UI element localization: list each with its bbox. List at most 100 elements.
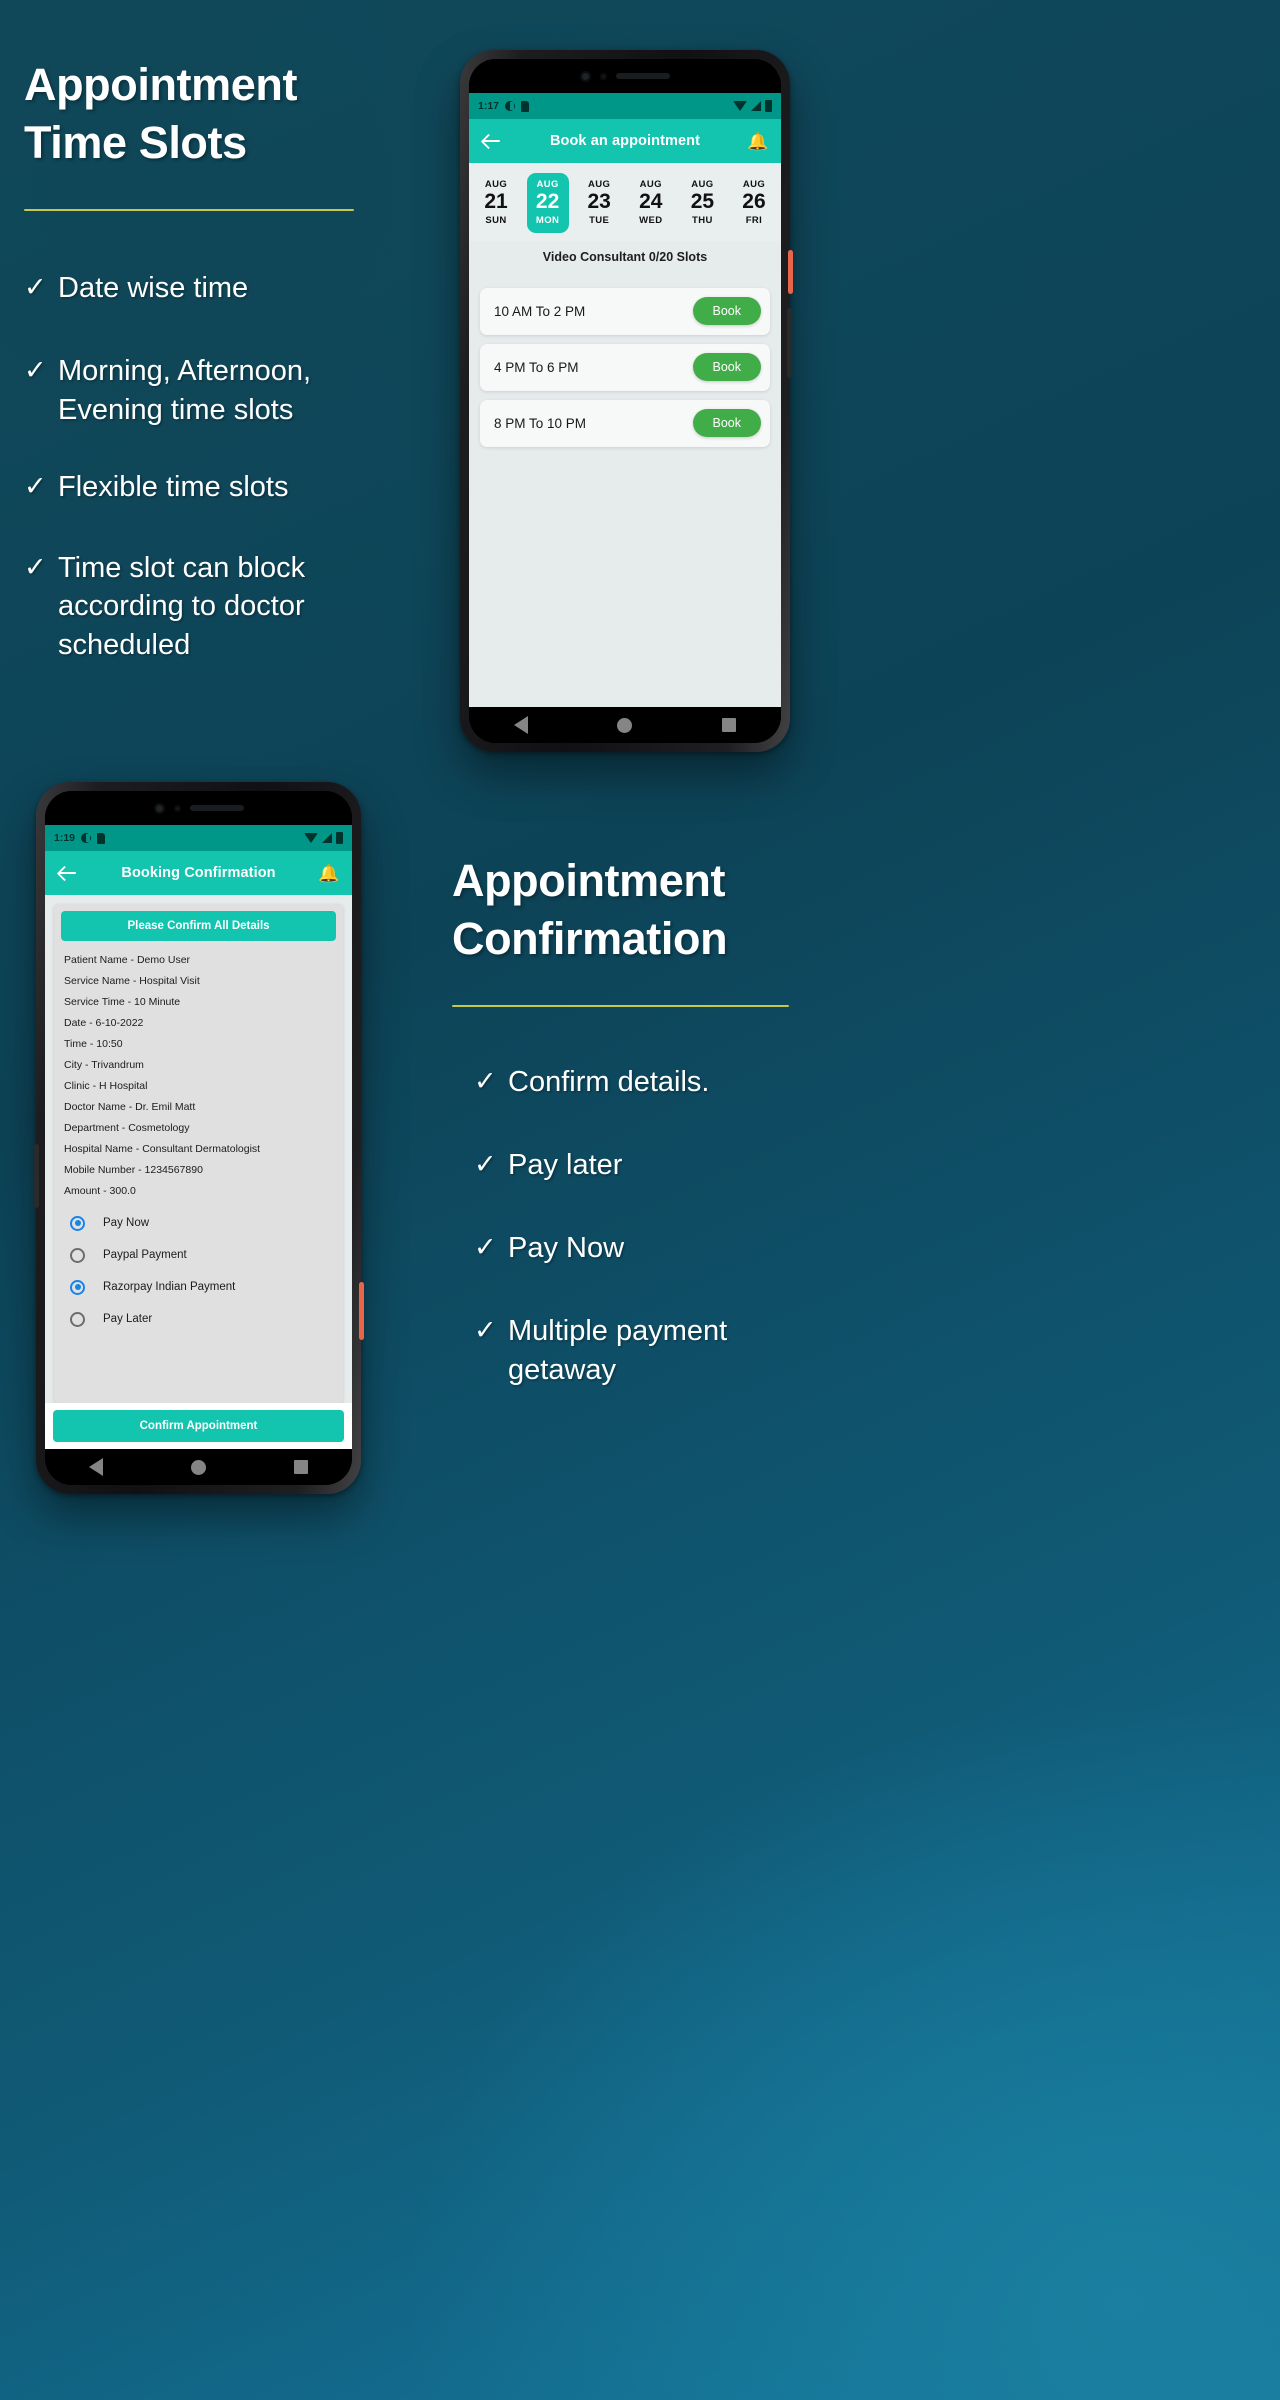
appointment-details-list: Patient Name - Demo User Service Name - … [54, 941, 343, 1203]
clock-icon [81, 833, 92, 843]
date-cell-24[interactable]: AUG 24 WED [630, 173, 672, 233]
detail-row: Doctor Name - Dr. Emil Matt [64, 1100, 196, 1113]
book-button[interactable]: Book [692, 409, 761, 438]
date-dow: MON [535, 214, 560, 226]
radio-icon[interactable] [70, 1215, 85, 1231]
date-dow: TUE [589, 214, 610, 226]
date-month: AUG [639, 179, 662, 190]
bell-icon[interactable]: 🔔 [747, 133, 768, 150]
wifi-icon [733, 101, 747, 111]
confirm-appointment-button[interactable]: Confirm Appointment [53, 1410, 344, 1442]
power-button[interactable] [359, 1282, 364, 1340]
payment-option-label: Pay Now [103, 1217, 150, 1229]
detail-row: Service Name - Hospital Visit [64, 974, 200, 987]
front-camera-icon [580, 70, 591, 82]
payment-options-group: Pay Now Paypal Payment Razorpay Indian P… [54, 1203, 343, 1335]
android-nav-bar [469, 707, 781, 743]
date-cell-23[interactable]: AUG 23 TUE [578, 173, 620, 233]
divider-bottom [452, 1005, 789, 1008]
date-dow: THU [692, 214, 713, 226]
time-slot-label: 4 PM To 6 PM [494, 359, 579, 375]
check-icon: ✓ [24, 551, 47, 582]
power-button[interactable] [788, 250, 793, 294]
date-day: 23 [587, 190, 611, 213]
date-cell-26[interactable]: AUG 26 FRI [733, 173, 775, 233]
date-cell-22-selected[interactable]: AUG 22 MON [526, 173, 569, 233]
time-slot-list: 10 AM To 2 PM Book 4 PM To 6 PM Book 8 P… [469, 264, 781, 707]
radio-icon[interactable] [70, 1247, 85, 1263]
nav-back-icon[interactable] [89, 1458, 103, 1476]
payment-option-label: Razorpay Indian Payment [103, 1281, 236, 1293]
back-arrow-icon[interactable] [482, 131, 502, 151]
radio-icon[interactable] [70, 1279, 85, 1295]
volume-button[interactable] [34, 1144, 39, 1208]
list-item-label: Pay later [508, 1149, 623, 1182]
phone-screen-booking: 1:17 Book an appointment 🔔 AUG 21 SUN AU… [469, 59, 781, 743]
bottom-text-block: Appointment Confirmation ✓ Confirm detai… [452, 852, 872, 1389]
list-item: ✓ Flexible time slots [24, 468, 424, 507]
detail-row: City - Trivandrum [64, 1058, 144, 1071]
list-item-label: Time slot can block according to doctor … [58, 551, 306, 662]
list-item: ✓ Time slot can block according to docto… [24, 549, 424, 666]
sim-icon [97, 832, 106, 844]
check-icon: ✓ [24, 470, 47, 501]
page-title-top: Appointment Time Slots [24, 59, 298, 168]
nav-recent-icon[interactable] [722, 718, 737, 732]
confirmation-card-header: Please Confirm All Details [61, 911, 336, 941]
detail-row: Department - Cosmetology [64, 1121, 190, 1134]
check-icon: ✓ [474, 1231, 497, 1262]
book-button[interactable]: Book [692, 353, 761, 382]
nav-recent-icon[interactable] [294, 1460, 308, 1474]
time-slot-label: 8 PM To 10 PM [494, 415, 587, 431]
battery-icon [336, 832, 343, 844]
date-strip[interactable]: AUG 21 SUN AUG 22 MON AUG 23 TUE AUG 24 … [469, 163, 781, 241]
app-bar-confirmation: Booking Confirmation 🔔 [45, 851, 352, 895]
detail-row: Service Time - 10 Minute [64, 995, 181, 1008]
phone-confirmation: 1:19 Booking Confirmation 🔔 Please Confi… [34, 782, 364, 1494]
date-month: AUG [588, 179, 611, 190]
bell-icon[interactable]: 🔔 [318, 865, 339, 882]
back-arrow-icon[interactable] [58, 863, 78, 883]
sim-icon [521, 100, 530, 112]
date-day: 26 [742, 190, 766, 213]
nav-home-icon[interactable] [617, 717, 633, 733]
check-icon: ✓ [24, 355, 47, 386]
nav-back-icon[interactable] [513, 716, 528, 734]
phone-notch [469, 59, 781, 93]
payment-option-razorpay[interactable]: Razorpay Indian Payment [70, 1271, 343, 1303]
detail-row: Date - 6-10-2022 [64, 1016, 144, 1029]
date-dow: SUN [485, 214, 507, 226]
app-bar-booking: Book an appointment 🔔 [469, 119, 781, 163]
date-cell-25[interactable]: AUG 25 THU [681, 173, 723, 233]
phone-booking: 1:17 Book an appointment 🔔 AUG 21 SUN AU… [460, 50, 793, 752]
date-cell-21[interactable]: AUG 21 SUN [475, 173, 517, 233]
payment-option-pay-later[interactable]: Pay Later [70, 1303, 343, 1335]
payment-option-label: Paypal Payment [103, 1249, 187, 1261]
detail-row: Clinic - H Hospital [64, 1079, 148, 1092]
confirmation-body: Please Confirm All Details Patient Name … [45, 895, 352, 1449]
radio-icon[interactable] [70, 1311, 85, 1327]
nav-home-icon[interactable] [191, 1459, 206, 1475]
list-item-label: Multiple payment getaway [508, 1314, 728, 1386]
list-item: ✓ Morning, Afternoon, Evening time slots [24, 352, 424, 430]
app-screen-booking: 1:17 Book an appointment 🔔 AUG 21 SUN AU… [469, 93, 781, 707]
book-button[interactable]: Book [692, 297, 761, 326]
signal-icon [322, 833, 332, 843]
date-day: 25 [690, 190, 715, 213]
time-slot-row[interactable]: 8 PM To 10 PM Book [480, 399, 770, 447]
payment-option-paypal[interactable]: Paypal Payment [70, 1239, 343, 1271]
detail-row: Amount - 300.0 [64, 1184, 136, 1197]
earpiece-speaker [616, 73, 670, 79]
check-icon: ✓ [24, 272, 47, 303]
top-text-block: Appointment Time Slots ✓ Date wise time … [24, 56, 424, 665]
app-bar-title: Booking Confirmation [121, 865, 276, 881]
time-slot-row[interactable]: 10 AM To 2 PM Book [480, 287, 770, 335]
payment-option-pay-now[interactable]: Pay Now [70, 1207, 343, 1239]
date-day: 24 [639, 190, 663, 213]
date-dow: WED [639, 214, 663, 226]
time-slot-row[interactable]: 4 PM To 6 PM Book [480, 343, 770, 391]
phone-screen-confirmation: 1:19 Booking Confirmation 🔔 Please Confi… [45, 791, 352, 1485]
volume-button[interactable] [787, 308, 792, 378]
battery-icon [765, 100, 772, 112]
date-month: AUG [484, 179, 508, 190]
